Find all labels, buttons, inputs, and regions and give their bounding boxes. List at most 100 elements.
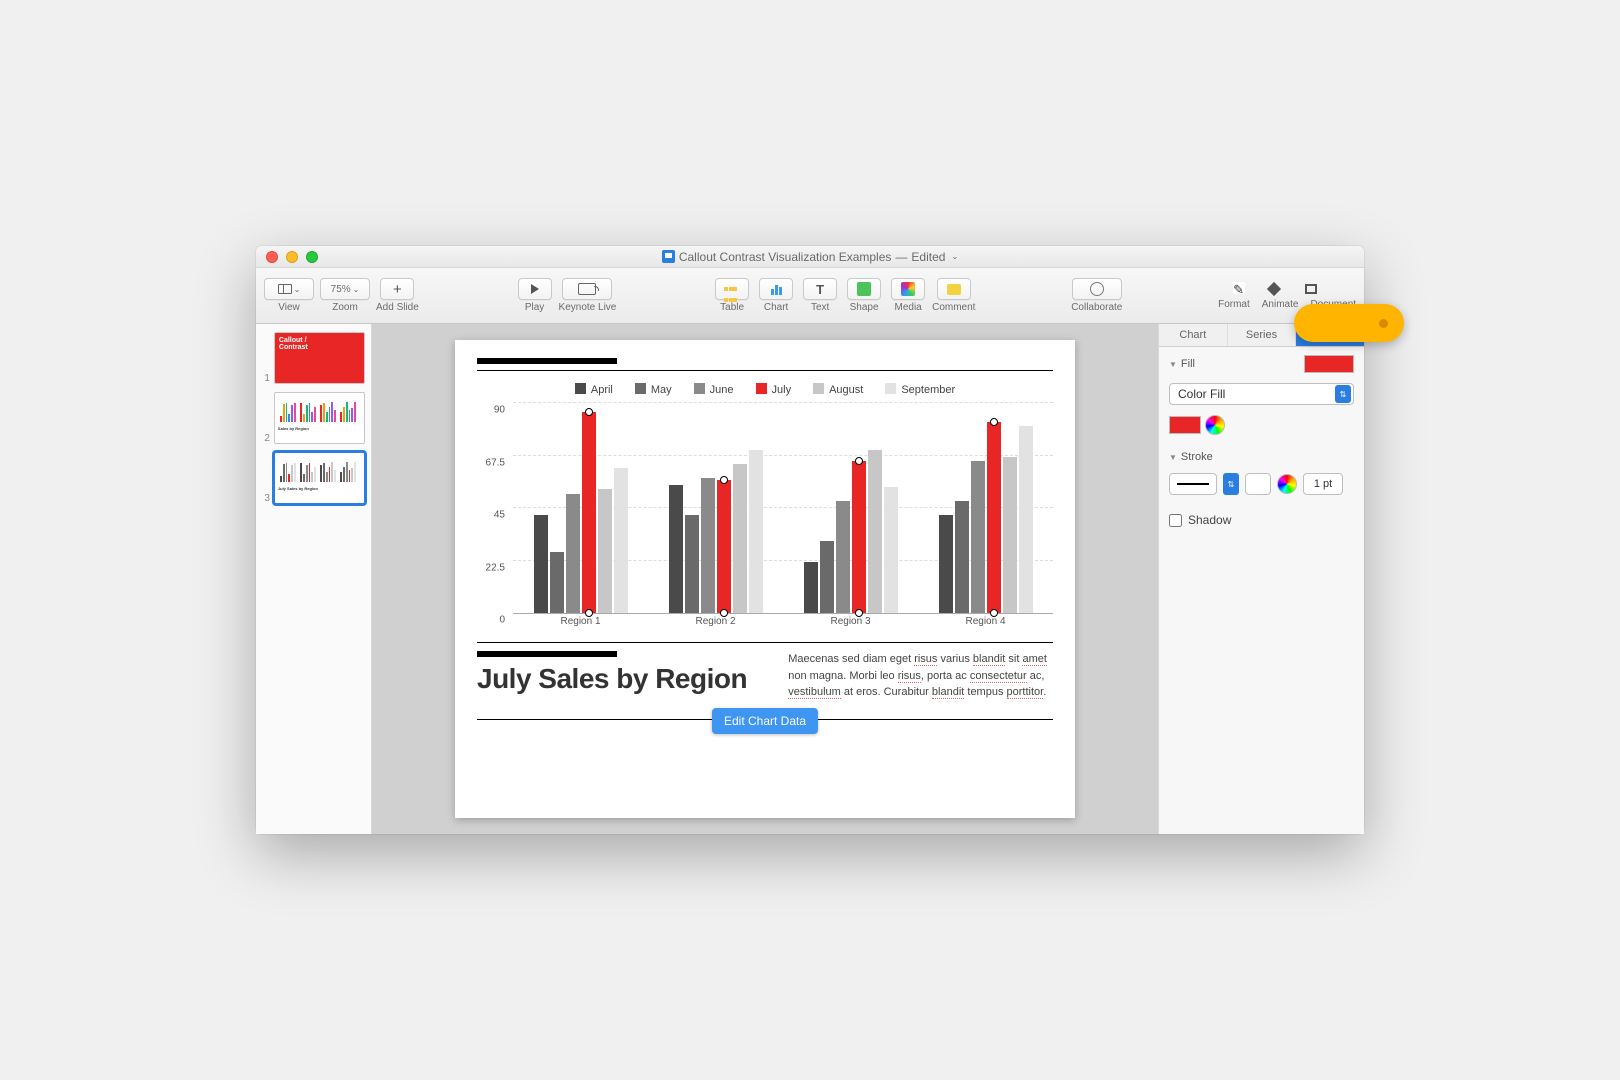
collaborate-button[interactable]: Collaborate — [1071, 278, 1122, 313]
bar-group[interactable] — [939, 422, 1033, 613]
color-wheel-icon[interactable] — [1277, 474, 1297, 494]
chart-button[interactable]: Chart — [756, 278, 796, 313]
slide-navigator[interactable]: 1 Callout / Contrast 2 Sales by Region 3… — [256, 324, 372, 834]
fill-color-swatch[interactable] — [1304, 355, 1354, 373]
edit-chart-data-button[interactable]: Edit Chart Data — [712, 708, 818, 734]
x-axis: Region 1Region 2Region 3Region 4 — [513, 616, 1053, 634]
slide-title[interactable]: July Sales by Region — [477, 663, 768, 695]
fill-type-select[interactable]: Color Fill ⇅ — [1169, 383, 1354, 405]
y-tick-label: 67.5 — [486, 457, 505, 468]
decorative-bar — [477, 358, 617, 364]
y-tick-label: 0 — [499, 615, 505, 626]
legend-item[interactable]: August — [813, 383, 863, 396]
bar-july[interactable] — [582, 412, 596, 613]
slide-canvas[interactable]: April May June July August September 022.5456… — [372, 324, 1158, 834]
select-chevron-icon[interactable]: ⇅ — [1223, 473, 1239, 495]
animate-button[interactable] — [1269, 282, 1305, 297]
bar-september[interactable] — [749, 450, 763, 613]
play-button[interactable]: Play — [515, 278, 555, 313]
bar-july[interactable] — [987, 422, 1001, 613]
legend-item[interactable]: May — [635, 383, 672, 396]
bar-september[interactable] — [614, 468, 628, 613]
media-button[interactable]: Media — [888, 278, 928, 313]
minimize-icon[interactable] — [286, 251, 298, 263]
bar-april[interactable] — [939, 515, 953, 613]
bar-june[interactable] — [701, 478, 715, 613]
bar-june[interactable] — [971, 461, 985, 613]
bar-june[interactable] — [836, 501, 850, 613]
bar-august[interactable] — [598, 489, 612, 613]
comment-button[interactable]: Comment — [932, 278, 975, 313]
bar-july[interactable] — [852, 461, 866, 613]
chevron-down-icon: ⌄ — [294, 285, 301, 294]
body-text[interactable]: Maecenas sed diam eget risus varius blan… — [788, 651, 1053, 701]
legend-item[interactable]: July — [756, 383, 792, 396]
bar-september[interactable] — [1019, 426, 1033, 613]
document-button[interactable] — [1305, 282, 1341, 297]
edited-label: Edited — [911, 250, 945, 264]
bar-july[interactable] — [717, 480, 731, 613]
bar-may[interactable] — [955, 501, 969, 613]
bar-may[interactable] — [820, 541, 834, 613]
annotation-callout — [1294, 304, 1404, 342]
bar-group[interactable] — [534, 412, 628, 613]
chevron-down-icon: ⌄ — [353, 285, 360, 294]
add-slide-button[interactable]: + Add Slide — [376, 278, 419, 313]
title-chevron-icon[interactable]: ⌄ — [951, 252, 958, 261]
bar-group[interactable] — [669, 450, 763, 613]
stroke-width-stepper[interactable]: 1 pt — [1303, 473, 1343, 495]
fullscreen-icon[interactable] — [306, 251, 318, 263]
bar-may[interactable] — [550, 552, 564, 613]
bar-group[interactable] — [804, 450, 898, 613]
bar-june[interactable] — [566, 494, 580, 613]
keynote-live-button[interactable]: Keynote Live — [559, 278, 617, 313]
fill-color-well[interactable] — [1169, 416, 1201, 434]
text-button[interactable]: T Text — [800, 278, 840, 313]
stroke-color-well[interactable] — [1245, 473, 1271, 495]
shape-button[interactable]: Shape — [844, 278, 884, 313]
view-button[interactable]: ⌄ View — [264, 278, 314, 313]
slide-thumbnail-2[interactable]: Sales by Region — [274, 392, 365, 444]
legend-item[interactable]: April — [575, 383, 613, 396]
close-icon[interactable] — [266, 251, 278, 263]
x-tick-label: Region 1 — [560, 616, 600, 634]
bar-august[interactable] — [1003, 457, 1017, 613]
bar-may[interactable] — [685, 515, 699, 613]
legend-item[interactable]: September — [885, 383, 955, 396]
comment-icon — [947, 284, 961, 295]
collaborate-icon — [1090, 282, 1104, 296]
format-inspector: Chart Series Style ▼Fill Color Fill ⇅ ▼S… — [1158, 324, 1364, 834]
plot-area — [513, 404, 1053, 614]
brush-icon: ✎ — [1233, 282, 1245, 294]
callout-dot-icon — [1379, 319, 1388, 328]
legend-item[interactable]: June — [694, 383, 734, 396]
y-tick-label: 45 — [494, 510, 505, 521]
color-wheel-icon[interactable] — [1205, 415, 1225, 435]
table-button[interactable]: Table — [712, 278, 752, 313]
chart-legend[interactable]: April May June July August September — [477, 383, 1053, 396]
format-button[interactable]: ✎ — [1233, 282, 1269, 297]
disclosure-icon[interactable]: ▼ — [1169, 360, 1177, 369]
bar-august[interactable] — [868, 450, 882, 613]
shadow-checkbox[interactable]: Shadow — [1169, 513, 1354, 527]
tab-series[interactable]: Series — [1228, 324, 1297, 346]
bar-september[interactable] — [884, 487, 898, 613]
tab-chart[interactable]: Chart — [1159, 324, 1228, 346]
slide-thumbnail-1[interactable]: Callout / Contrast — [274, 332, 365, 384]
shadow-checkbox-input[interactable] — [1169, 514, 1182, 527]
bar-april[interactable] — [669, 485, 683, 613]
slide-thumbnail-3[interactable]: July Sales by Region — [274, 452, 365, 504]
window-titlebar: Callout Contrast Visualization Examples … — [256, 246, 1364, 268]
bar-april[interactable] — [534, 515, 548, 613]
bar-august[interactable] — [733, 464, 747, 613]
stroke-style-select[interactable] — [1169, 473, 1217, 495]
bar-chart[interactable]: 022.54567.590 Region 1Region 2Region 3Re… — [513, 404, 1053, 634]
slide[interactable]: April May June July August September 022.5456… — [455, 340, 1075, 818]
stroke-label: Stroke — [1181, 451, 1213, 463]
plus-icon: + — [393, 282, 402, 297]
y-tick-label: 90 — [494, 405, 505, 416]
disclosure-icon[interactable]: ▼ — [1169, 453, 1177, 462]
shape-icon — [857, 282, 871, 296]
bar-april[interactable] — [804, 562, 818, 613]
zoom-button[interactable]: 75%⌄ Zoom — [320, 278, 370, 313]
